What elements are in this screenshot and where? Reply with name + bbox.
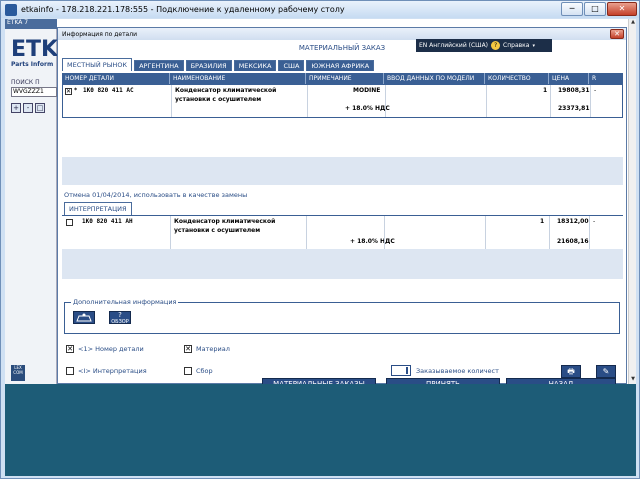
r-value: -: [593, 218, 596, 225]
interpretation-tab-strip: ИНТЕРПРЕТАЦИЯ: [64, 202, 132, 215]
maximize-button[interactable]: □: [584, 2, 606, 16]
edit-button[interactable]: ✎: [596, 365, 616, 378]
material-option-label: Материал: [196, 345, 230, 353]
column-header-price: ЦЕНА: [549, 73, 589, 84]
part-number: 1K0 820 411 AC: [83, 87, 134, 94]
tab-interpretation[interactable]: ИНТЕРПРЕТАЦИЯ: [64, 202, 132, 215]
question-icon: ?: [118, 311, 122, 319]
tab-mexico[interactable]: МЕКСИКА: [233, 60, 277, 71]
additional-info-label: Дополнительная информация: [71, 298, 179, 306]
etka-app-title: ETKA 7: [5, 19, 57, 29]
price-with-vat-value: 23373,81: [558, 105, 590, 112]
part-name-line1: Конденсатор климатической: [175, 87, 277, 94]
remote-desktop-area: ETKA 7 ETK Parts Inform ПОИСК П WVGZZZ1 …: [5, 19, 636, 476]
dialog-title: Информация по детали: [62, 30, 137, 38]
minimize-button[interactable]: ─: [561, 2, 583, 16]
vat-note: + 18.0% НДС: [345, 105, 390, 112]
row-select-checkbox[interactable]: ✕: [65, 88, 72, 95]
table-row[interactable]: 1K0 820 411 AH Конденсатор климатической…: [62, 215, 623, 250]
price-with-vat-value: 21608,16: [557, 238, 589, 245]
etka-logo: ETK: [11, 37, 59, 62]
additional-info-box: Дополнительная информация ? ОБЗОР: [64, 298, 620, 334]
parts-table: НОМЕР ДЕТАЛИ НАИМЕНОВАНИЕ ПРИМЕЧАНИЕ ВВО…: [62, 73, 623, 185]
price-value: 18312,00: [557, 218, 589, 225]
remote-desktop-background: [5, 384, 636, 476]
language-indicator[interactable]: EN Английский (США): [419, 42, 488, 49]
dialog-close-button[interactable]: ✕: [610, 29, 624, 39]
column-header-r: R: [592, 75, 597, 82]
table-header: НОМЕР ДЕТАЛИ НАИМЕНОВАНИЕ ПРИМЕЧАНИЕ ВВО…: [62, 73, 623, 84]
language-help-bar: EN Английский (США) ? Справка ▾: [416, 39, 552, 52]
quantity-value: 1: [543, 87, 548, 94]
interpretation-table: 1K0 820 411 AH Конденсатор климатической…: [62, 215, 623, 279]
column-header-note: ПРИМЕЧАНИЕ: [306, 73, 384, 84]
price-value: 19808,31: [558, 87, 590, 94]
column-header-quantity: КОЛИЧЕСТВО: [485, 73, 549, 84]
part-name-line2: установки с осушителем: [174, 227, 261, 234]
replacement-note: Отмена 01/04/2014, использовать в качест…: [64, 191, 248, 199]
remote-app-area: ETKA 7 ETK Parts Inform ПОИСК П WVGZZZ1 …: [5, 19, 636, 384]
edit-icon: ✎: [602, 367, 610, 376]
printer-icon: 🖶: [567, 367, 575, 376]
table-empty-area: [62, 249, 623, 279]
tab-local-market[interactable]: МЕСТНЫЙ РЫНОК: [62, 58, 133, 71]
window-titlebar[interactable]: etkainfo - 178.218.221.178:555 - Подключ…: [1, 1, 639, 18]
interpretation-checkbox[interactable]: [66, 367, 74, 375]
tab-south-africa[interactable]: ЮЖНАЯ АФРИКА: [306, 60, 375, 71]
chevron-down-icon[interactable]: ▾: [532, 43, 535, 49]
zoom-fit-icon[interactable]: □: [35, 103, 45, 113]
material-checkbox[interactable]: ✕: [184, 345, 192, 353]
zoom-tools: + - □: [11, 103, 45, 113]
part-name-line1: Конденсатор климатической: [174, 218, 276, 225]
etka-logo-subtitle: Parts Inform: [11, 61, 54, 68]
lexcom-logo: LEX COM: [11, 365, 25, 381]
column-header-model-data: ВВОД ДАННЫХ ПО МОДЕЛИ: [384, 73, 485, 84]
print-button[interactable]: 🖶: [561, 365, 581, 378]
scroll-down-icon[interactable]: ▼: [629, 376, 637, 384]
close-button[interactable]: ✕: [607, 2, 637, 16]
quantity-value: 1: [540, 218, 545, 225]
row-select-checkbox[interactable]: [66, 219, 73, 226]
assembly-option-label: Сбор: [196, 367, 213, 375]
window-title: etkainfo - 178.218.221.178:555 - Подключ…: [21, 5, 345, 14]
tab-argentina[interactable]: АРГЕНТИНА: [134, 60, 184, 71]
etka-background-app: ETKA 7 ETK Parts Inform ПОИСК П WVGZZZ1 …: [5, 19, 59, 384]
vin-search-input[interactable]: WVGZZZ1: [11, 87, 57, 97]
column-header-name: НАИМЕНОВАНИЕ: [170, 73, 306, 84]
part-no-checkbox[interactable]: ✕: [66, 345, 74, 353]
vehicle-lift-icon: [76, 313, 92, 322]
zoom-in-icon[interactable]: +: [11, 103, 21, 113]
remote-desktop-icon: [5, 3, 17, 16]
part-note: MODINE: [353, 87, 381, 94]
part-no-option-label: <1> Номер детали: [78, 345, 144, 353]
row-marker: *: [74, 87, 78, 94]
remote-desktop-window: etkainfo - 178.218.221.178:555 - Подключ…: [0, 0, 640, 479]
table-row[interactable]: ✕ * 1K0 820 411 AC Конденсатор климатиче…: [62, 84, 623, 118]
overview-label: ОБЗОР: [111, 319, 129, 325]
part-name-line2: установки с осушителем: [175, 96, 262, 103]
scroll-up-icon[interactable]: ▲: [629, 19, 637, 27]
tab-brazil[interactable]: БРАЗИЛИЯ: [185, 60, 232, 71]
part-number: 1K0 820 411 AH: [82, 218, 133, 225]
vat-note: + 18.0% НДС: [350, 238, 395, 245]
tab-usa[interactable]: США: [278, 60, 305, 71]
ordered-qty-label: Заказываемое количест: [416, 367, 499, 375]
search-label: ПОИСК П: [11, 79, 40, 86]
interpretation-option-label: <I> Интерпретация: [78, 367, 147, 375]
vehicle-lift-icon[interactable]: [73, 311, 95, 324]
overview-button[interactable]: ? ОБЗОР: [109, 311, 131, 325]
help-icon[interactable]: ?: [491, 41, 501, 50]
ordered-qty-input[interactable]: [391, 365, 411, 376]
column-header-part-no: НОМЕР ДЕТАЛИ: [62, 73, 170, 84]
part-info-dialog: Информация по детали ✕ МАТЕРИАЛЬНЫЙ ЗАКА…: [57, 27, 627, 384]
r-value: -: [594, 87, 597, 94]
vertical-scrollbar[interactable]: ▲ ▼: [628, 19, 636, 384]
country-tabs: МЕСТНЫЙ РЫНОК АРГЕНТИНА БРАЗИЛИЯ МЕКСИКА…: [62, 58, 375, 71]
assembly-checkbox[interactable]: [184, 367, 192, 375]
table-empty-area: [62, 157, 623, 185]
zoom-out-icon[interactable]: -: [23, 103, 33, 113]
help-label[interactable]: Справка: [503, 42, 529, 49]
